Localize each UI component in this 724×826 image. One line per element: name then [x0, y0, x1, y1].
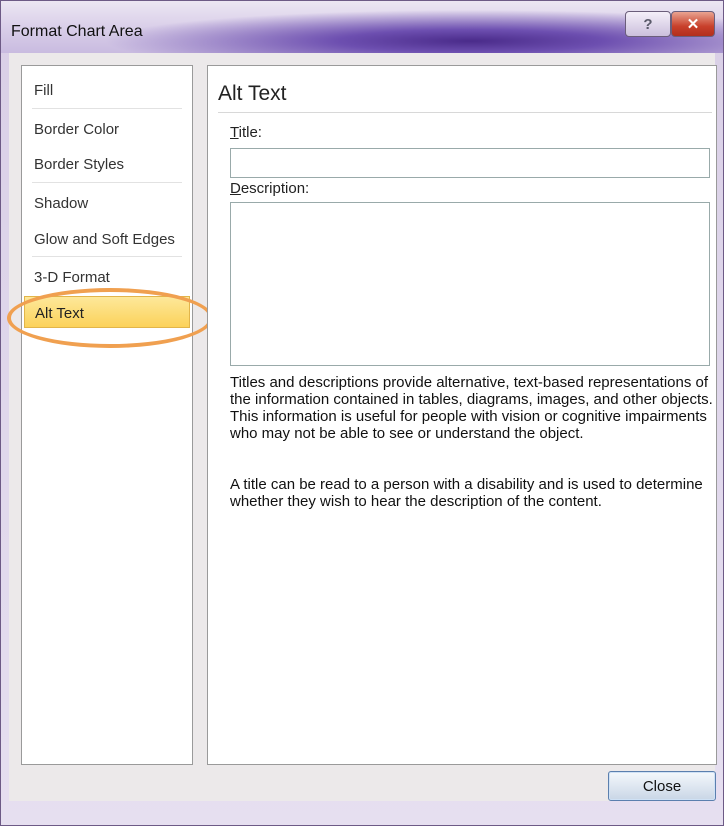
description-textarea[interactable] [230, 202, 710, 366]
sidebar-item-label: Border Color [34, 121, 120, 138]
title-input[interactable] [230, 148, 710, 178]
close-window-button[interactable]: ✕ [671, 11, 715, 37]
sidebar-item-fill[interactable]: Fill [24, 72, 190, 106]
help-text-paragraph: A title can be read to a person with a d… [230, 476, 703, 510]
title-label: Title: [230, 124, 262, 141]
highlight-circle [7, 288, 213, 348]
sidebar-item-label: Glow and Soft Edges [34, 231, 175, 248]
help-text-paragraph: Titles and descriptions provide alternat… [230, 374, 713, 442]
help-icon: ? [643, 15, 653, 33]
sidebar-item-label: Shadow [34, 195, 89, 212]
title-bar: Format Chart Area ? ✕ [1, 1, 723, 53]
help-button[interactable]: ? [625, 11, 671, 37]
close-button[interactable]: Close [608, 771, 716, 801]
description-label: Description: [230, 180, 310, 197]
divider [218, 112, 712, 113]
sidebar-item-border-styles[interactable]: Border Styles [24, 146, 190, 180]
panel-heading: Alt Text [218, 82, 287, 105]
divider [32, 182, 182, 183]
sidebar-item-label: Border Styles [34, 156, 125, 173]
divider [32, 108, 182, 109]
category-list: Fill Border Color Border Styles Shadow G… [21, 65, 193, 765]
format-chart-area-dialog: Format Chart Area ? ✕ Fill Border Color … [0, 0, 724, 826]
close-icon: ✕ [686, 16, 700, 33]
sidebar-item-border-color[interactable]: Border Color [24, 111, 190, 145]
sidebar-item-label: Fill [34, 82, 54, 99]
divider [32, 256, 182, 257]
dialog-title: Format Chart Area [11, 23, 143, 40]
sidebar-item-shadow[interactable]: Shadow [24, 185, 190, 219]
sidebar-item-label: 3-D Format [34, 269, 110, 286]
sidebar-item-glow-and-soft-edges[interactable]: Glow and Soft Edges [24, 221, 190, 255]
alt-text-panel: Alt Text Title: Description: Titles and … [207, 65, 717, 765]
